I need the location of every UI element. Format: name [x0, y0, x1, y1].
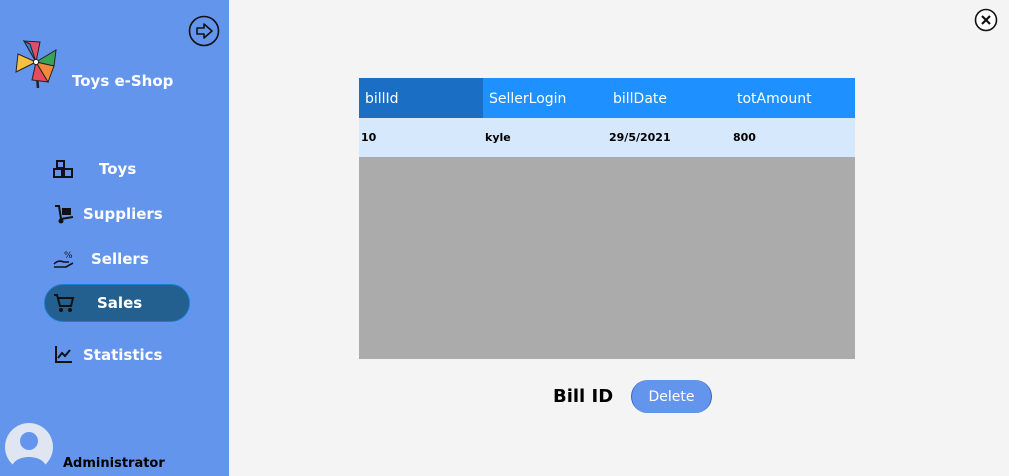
- svg-text:%: %: [64, 251, 73, 261]
- sidebar-item-label: Toys: [99, 160, 137, 178]
- table-header: billId SellerLogin billDate totAmount: [359, 78, 855, 118]
- sidebar-item-suppliers[interactable]: Suppliers: [45, 195, 195, 233]
- blocks-icon: [53, 160, 73, 178]
- sidebar-item-label: Suppliers: [83, 205, 163, 223]
- bills-table[interactable]: billId SellerLogin billDate totAmount 10…: [359, 78, 855, 359]
- app-title: Toys e-Shop: [72, 72, 174, 90]
- close-icon[interactable]: [974, 8, 998, 32]
- cell-totamount[interactable]: 800: [731, 118, 855, 157]
- bill-id-label: Bill ID: [553, 386, 614, 407]
- cart-icon: [54, 294, 75, 312]
- cell-billdate[interactable]: 29/5/2021: [607, 118, 731, 157]
- column-header-totamount[interactable]: totAmount: [731, 78, 855, 118]
- chart-icon: [55, 346, 72, 363]
- column-header-sellerlogin[interactable]: SellerLogin: [483, 78, 607, 118]
- avatar: [5, 423, 53, 476]
- column-header-billdate[interactable]: billDate: [607, 78, 731, 118]
- sidebar-item-statistics[interactable]: Statistics: [45, 336, 195, 374]
- sidebar-item-toys[interactable]: Toys: [45, 150, 195, 188]
- sidebar-item-label: Statistics: [83, 346, 163, 364]
- cell-billid[interactable]: 10: [359, 118, 483, 157]
- hand-truck-icon: [55, 205, 74, 224]
- sidebar-item-sales[interactable]: Sales: [44, 284, 190, 322]
- sidebar: Toys e-Shop Toys Suppliers % Sellers Sal…: [0, 0, 229, 476]
- table-row[interactable]: 10 kyle 29/5/2021 800: [359, 118, 855, 157]
- delete-button[interactable]: Delete: [631, 380, 712, 413]
- user-name: Administrator: [63, 456, 165, 471]
- column-header-billid[interactable]: billId: [359, 78, 483, 118]
- sidebar-item-label: Sales: [97, 294, 143, 312]
- logout-icon[interactable]: [188, 15, 220, 47]
- hand-money-icon: %: [53, 251, 74, 268]
- sidebar-item-label: Sellers: [91, 250, 149, 268]
- sidebar-item-sellers[interactable]: % Sellers: [45, 240, 195, 278]
- pinwheel-logo-icon: [15, 39, 57, 89]
- cell-sellerlogin[interactable]: kyle: [483, 118, 607, 157]
